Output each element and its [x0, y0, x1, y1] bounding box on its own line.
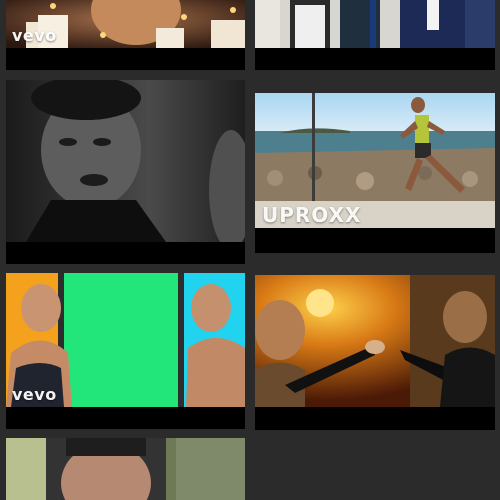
video-thumbnail: vevo	[6, 0, 245, 48]
video-thumbnail	[6, 80, 245, 242]
video-card-6[interactable]	[255, 275, 495, 430]
video-thumbnail	[6, 438, 245, 500]
uproxx-watermark: UPROXX	[262, 203, 362, 227]
video-card-7[interactable]	[6, 438, 245, 500]
vevo-watermark: vevo	[12, 26, 57, 45]
thumbnail-image	[6, 80, 245, 242]
video-thumbnail	[255, 275, 495, 407]
video-card-2[interactable]	[255, 0, 495, 70]
video-thumbnail	[255, 0, 495, 48]
video-thumbnail: UPROXX	[255, 93, 495, 228]
thumbnail-image	[255, 0, 495, 48]
video-thumbnail: vevo	[6, 273, 245, 407]
thumbnail-image	[6, 438, 245, 500]
vevo-watermark: vevo	[12, 385, 57, 404]
video-card-3[interactable]	[6, 80, 245, 264]
scrollbar[interactable]	[496, 0, 500, 500]
video-card-1[interactable]: vevo	[6, 0, 245, 70]
thumbnail-image	[255, 275, 495, 407]
video-card-4[interactable]: UPROXX	[255, 93, 495, 253]
video-card-5[interactable]: vevo	[6, 273, 245, 429]
